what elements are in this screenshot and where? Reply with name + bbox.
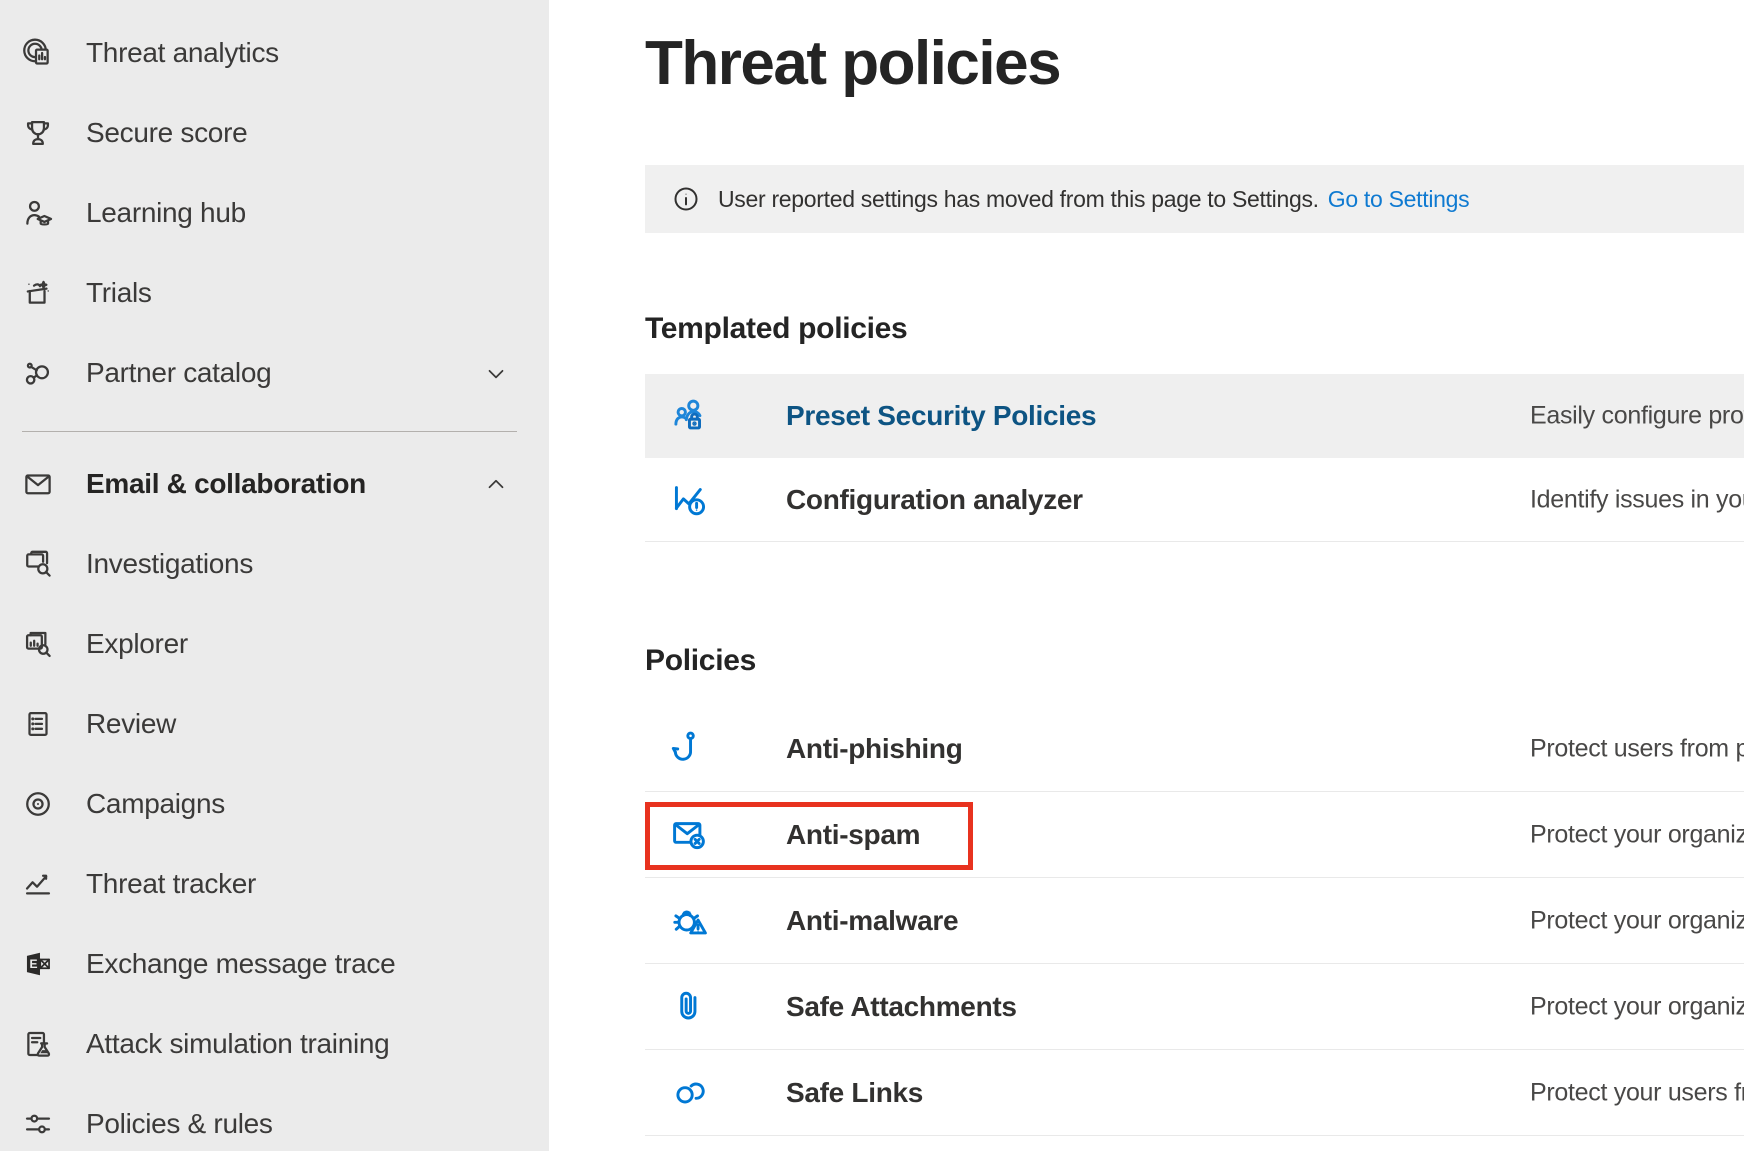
sidebar-item-explorer[interactable]: Explorer xyxy=(0,604,549,684)
policies-heading: Policies xyxy=(645,644,756,678)
row-label: Anti-spam xyxy=(786,819,920,851)
templated-policies-list: Preset Security Policies Easily configur… xyxy=(645,374,1744,542)
learning-hub-icon xyxy=(18,193,58,233)
chevron-down-icon xyxy=(483,360,509,386)
threat-analytics-icon xyxy=(18,33,58,73)
sidebar-item-attack-simulation-training[interactable]: Attack simulation training xyxy=(0,1004,549,1084)
anti-malware-icon xyxy=(668,899,712,943)
sidebar-item-label: Threat analytics xyxy=(86,37,279,69)
row-description: Identify issues in you xyxy=(1530,485,1744,514)
sidebar-item-label: Trials xyxy=(86,277,152,309)
sidebar-item-label: Attack simulation training xyxy=(86,1028,389,1060)
policies-rules-icon xyxy=(18,1104,58,1144)
row-description: Protect your organiz xyxy=(1530,992,1744,1021)
attack-simulation-icon xyxy=(18,1024,58,1064)
campaigns-icon xyxy=(18,784,58,824)
info-icon xyxy=(671,184,701,214)
go-to-settings-link[interactable]: Go to Settings xyxy=(1328,186,1470,213)
sidebar-item-label: Explorer xyxy=(86,628,188,660)
sidebar-item-label: Email & collaboration xyxy=(86,468,366,500)
safe-attachments-icon xyxy=(668,985,712,1029)
row-safe-attachments[interactable]: Safe Attachments Protect your organiz xyxy=(645,964,1744,1050)
sidebar-item-partner-catalog[interactable]: Partner catalog xyxy=(0,333,549,413)
row-label: Safe Links xyxy=(786,1077,923,1109)
sidebar-item-label: Campaigns xyxy=(86,788,225,820)
investigations-icon xyxy=(18,544,58,584)
mail-icon xyxy=(18,464,58,504)
sidebar-item-trials[interactable]: Trials xyxy=(0,253,549,333)
threat-tracker-icon xyxy=(18,864,58,904)
row-label: Preset Security Policies xyxy=(786,400,1096,432)
preset-security-icon xyxy=(668,394,712,438)
exchange-icon: E xyxy=(18,944,58,984)
sidebar-item-label: Threat tracker xyxy=(86,868,256,900)
banner-message: User reported settings has moved from th… xyxy=(718,186,1319,213)
row-safe-links[interactable]: Safe Links Protect your users fr xyxy=(645,1050,1744,1136)
row-anti-malware[interactable]: Anti-malware Protect your organiz xyxy=(645,878,1744,964)
row-label: Anti-phishing xyxy=(786,733,963,765)
explorer-icon xyxy=(18,624,58,664)
row-description: Easily configure prot xyxy=(1530,402,1744,431)
row-label: Configuration analyzer xyxy=(786,484,1083,516)
sidebar-item-label: Review xyxy=(86,708,176,740)
sidebar-item-label: Exchange message trace xyxy=(86,948,395,980)
svg-text:E: E xyxy=(30,957,38,971)
chevron-up-icon xyxy=(483,471,509,497)
sidebar-item-label: Policies & rules xyxy=(86,1108,273,1140)
row-anti-phishing[interactable]: Anti-phishing Protect users from p xyxy=(645,706,1744,792)
sidebar-item-label: Partner catalog xyxy=(86,357,271,389)
sidebar-section-email-collaboration[interactable]: Email & collaboration xyxy=(0,444,549,524)
sidebar-item-learning-hub[interactable]: Learning hub xyxy=(0,173,549,253)
page-title: Threat policies xyxy=(645,30,1060,98)
row-description: Protect your organiz xyxy=(1530,906,1744,935)
sidebar-item-policies-rules[interactable]: Policies & rules xyxy=(0,1084,549,1151)
row-description: Protect your users fr xyxy=(1530,1078,1744,1107)
sidebar-item-exchange-message-trace[interactable]: E Exchange message trace xyxy=(0,924,549,1004)
anti-phishing-icon xyxy=(668,727,712,771)
safe-links-icon xyxy=(668,1071,712,1115)
trials-icon xyxy=(18,273,58,313)
info-banner: User reported settings has moved from th… xyxy=(645,165,1744,233)
row-label: Safe Attachments xyxy=(786,991,1017,1023)
row-label: Anti-malware xyxy=(786,905,958,937)
sidebar-item-investigations[interactable]: Investigations xyxy=(0,524,549,604)
row-preset-security-policies[interactable]: Preset Security Policies Easily configur… xyxy=(645,374,1744,458)
policies-list: Anti-phishing Protect users from p Anti-… xyxy=(645,706,1744,1136)
row-description: Protect your organiz xyxy=(1530,820,1744,849)
sidebar-divider xyxy=(22,431,517,432)
partner-catalog-icon xyxy=(18,353,58,393)
templated-policies-heading: Templated policies xyxy=(645,312,907,346)
row-configuration-analyzer[interactable]: Configuration analyzer Identify issues i… xyxy=(645,458,1744,542)
row-anti-spam[interactable]: Anti-spam Protect your organiz xyxy=(645,792,1744,878)
sidebar-item-campaigns[interactable]: Campaigns xyxy=(0,764,549,844)
sidebar-item-label: Secure score xyxy=(86,117,247,149)
anti-spam-icon xyxy=(668,813,712,857)
sidebar-item-review[interactable]: Review xyxy=(0,684,549,764)
sidebar-item-label: Investigations xyxy=(86,548,253,580)
main-content: Threat policies User reported settings h… xyxy=(549,0,1744,1151)
sidebar: Threat analytics Secure score xyxy=(0,0,549,1151)
sidebar-item-label: Learning hub xyxy=(86,197,246,229)
configuration-analyzer-icon xyxy=(668,478,712,522)
sidebar-item-threat-tracker[interactable]: Threat tracker xyxy=(0,844,549,924)
threat-policies-page: Threat analytics Secure score xyxy=(0,0,1744,1151)
trophy-icon xyxy=(18,113,58,153)
sidebar-item-threat-analytics[interactable]: Threat analytics xyxy=(0,13,549,93)
row-description: Protect users from p xyxy=(1530,734,1744,763)
sidebar-item-secure-score[interactable]: Secure score xyxy=(0,93,549,173)
review-icon xyxy=(18,704,58,744)
